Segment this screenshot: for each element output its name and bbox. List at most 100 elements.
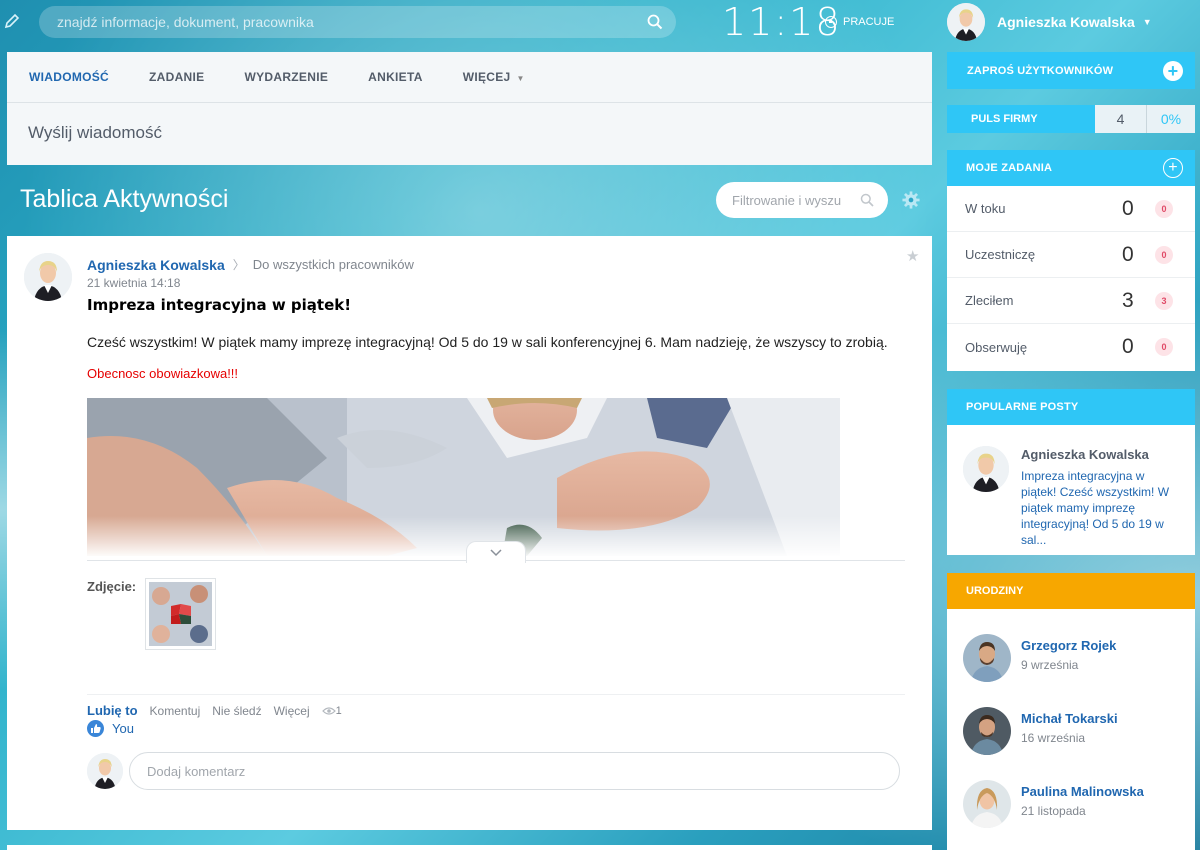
send-message-field[interactable]: Wyślij wiadomość [7, 103, 932, 143]
tab-more[interactable]: WIĘCEJ ▼ [463, 70, 525, 84]
birthday-date: 9 września [1021, 658, 1079, 672]
pencil-icon[interactable] [4, 12, 20, 30]
my-tasks-title: MOJE ZADANIA [966, 162, 1053, 174]
star-icon[interactable]: ★ [906, 247, 919, 265]
comment-field[interactable] [129, 752, 900, 790]
tab-message[interactable]: WIADOMOŚĆ [29, 70, 109, 84]
like-button[interactable]: Lubię to [87, 703, 138, 718]
popular-posts-title: POPULARNE POSTY [966, 401, 1079, 413]
task-count: 3 [1122, 288, 1134, 312]
avatar [963, 634, 1011, 682]
clock: 11:18 [722, 0, 842, 44]
task-count: 0 [1122, 196, 1134, 220]
popular-post-text[interactable]: Impreza integracyjna w piątek! Cześć wsz… [1021, 468, 1181, 548]
feed-post: Agnieszka Kowalska 〉 Do wszystkich praco… [7, 236, 932, 830]
my-tasks-header[interactable]: MOJE ZADANIA + [947, 150, 1195, 186]
gear-icon[interactable] [902, 191, 920, 209]
expand-button[interactable] [466, 541, 526, 563]
task-label: Zleciłem [965, 293, 1014, 308]
eye-icon [321, 706, 336, 715]
filter-input[interactable] [716, 182, 846, 218]
task-count: 0 [1122, 335, 1134, 358]
page-title: Tablica Aktywności [20, 185, 229, 213]
birthday-date: 16 września [1021, 731, 1086, 745]
feed-filter[interactable] [716, 182, 888, 218]
birthday-date: 21 listopada [1021, 804, 1086, 818]
post-date[interactable]: 21 kwietnia 14:18 [87, 276, 180, 290]
more-button[interactable]: Więcej [274, 704, 310, 718]
chevron-down-icon: ▼ [516, 74, 525, 83]
tab-event[interactable]: WYDARZENIE [244, 70, 328, 84]
comment-button[interactable]: Komentuj [150, 704, 201, 718]
avatar [963, 446, 1009, 492]
user-name: Agnieszka Kowalska [997, 14, 1135, 30]
post-body: Cześć wszystkim! W piątek mamy imprezę i… [87, 334, 888, 350]
tab-task[interactable]: ZADANIE [149, 70, 204, 84]
avatar [947, 3, 985, 41]
task-row-assigned[interactable]: Zleciłem 3 3 [947, 278, 1195, 324]
search-icon[interactable] [647, 14, 663, 30]
attachment-thumbnail[interactable] [145, 578, 216, 650]
thumbs-up-icon [87, 720, 104, 737]
list-item[interactable]: Grzegorz Rojek 9 września [947, 609, 1195, 682]
list-item[interactable]: Paulina Malinowska 21 listopada [947, 755, 1195, 828]
search-input[interactable] [39, 6, 676, 38]
post-highlight: Obecnosc obowiazkowa!!! [87, 366, 239, 381]
post-author[interactable]: Agnieszka Kowalska [87, 257, 225, 273]
post-author-line: Agnieszka Kowalska 〉 Do wszystkich praco… [87, 256, 414, 273]
list-item[interactable]: Michał Tokarski 16 września [947, 682, 1195, 755]
work-status-label: PRACUJE [843, 16, 895, 28]
comment-input[interactable] [130, 753, 899, 789]
task-count: 0 [1122, 242, 1134, 266]
unfollow-button[interactable]: Nie śledź [212, 704, 261, 718]
composer-tabs: WIADOMOŚĆ ZADANIE WYDARZENIE ANKIETA WIĘ… [7, 52, 932, 103]
popular-post-author: Agnieszka Kowalska [1021, 447, 1149, 462]
liked-by-label: You [112, 721, 134, 736]
post-composer: WIADOMOŚĆ ZADANIE WYDARZENIE ANKIETA WIĘ… [7, 52, 932, 165]
birthday-person-name[interactable]: Michał Tokarski [1021, 711, 1118, 726]
task-row-participating[interactable]: Uczestniczę 0 0 [947, 232, 1195, 278]
tab-more-label: WIĘCEJ [462, 70, 511, 84]
view-counter: 1 [321, 705, 354, 717]
post-headline: Impreza integracyjna w piątek! [87, 296, 352, 314]
plus-icon[interactable]: + [1163, 158, 1183, 178]
post-destination: Do wszystkich pracowników [252, 257, 414, 272]
invite-users-button[interactable]: ZAPROŚ UŻYTKOWNIKÓW + [947, 52, 1195, 89]
popular-post[interactable]: Agnieszka Kowalska Impreza integracyjna … [947, 425, 1195, 555]
birthdays-list: Grzegorz Rojek 9 września Michał Tokarsk… [947, 609, 1195, 850]
chevron-down-icon [490, 548, 502, 556]
liked-by[interactable]: You [87, 720, 134, 737]
search-icon[interactable] [860, 193, 874, 207]
chevron-down-icon: ▼ [1142, 17, 1152, 27]
pulse-count: 4 [1095, 105, 1147, 133]
avatar[interactable] [24, 253, 72, 301]
avatar [963, 707, 1011, 755]
tab-poll[interactable]: ANKIETA [368, 70, 423, 84]
task-badge: 0 [1155, 245, 1173, 264]
next-post [7, 845, 932, 850]
task-row-following[interactable]: Obserwuję 0 0 [947, 324, 1195, 370]
birthday-person-name[interactable]: Paulina Malinowska [1021, 784, 1144, 799]
task-label: Uczestniczę [965, 247, 1036, 262]
popular-posts-header: POPULARNE POSTY [947, 389, 1195, 425]
avatar [87, 753, 123, 789]
task-badge: 3 [1155, 291, 1173, 310]
search-bar[interactable] [39, 6, 676, 38]
my-tasks-list: W toku 0 0 Uczestniczę 0 0 Zleciłem 3 3 … [947, 186, 1195, 371]
top-bar: 11:18 PRACUJE Agnieszka Kowalska ▼ [0, 0, 1200, 48]
company-pulse[interactable]: PULS FIRMY 4 0% [947, 105, 1195, 133]
user-menu[interactable]: Agnieszka Kowalska ▼ [947, 3, 1152, 41]
work-status[interactable]: PRACUJE [825, 16, 894, 28]
pulse-percent: 0% [1147, 105, 1195, 133]
birthday-person-name[interactable]: Grzegorz Rojek [1021, 638, 1116, 653]
task-label: Obserwuję [965, 339, 1028, 355]
stop-icon [825, 16, 837, 28]
task-badge: 0 [1155, 199, 1173, 218]
task-row-in-progress[interactable]: W toku 0 0 [947, 186, 1195, 232]
attachment-label: Zdjęcie: [87, 579, 137, 594]
task-label: W toku [965, 201, 1006, 216]
avatar [963, 780, 1011, 828]
birthdays-header: URODZINY [947, 573, 1195, 609]
pulse-label: PULS FIRMY [947, 105, 1095, 133]
invite-users-label: ZAPROŚ UŻYTKOWNIKÓW [967, 64, 1114, 77]
